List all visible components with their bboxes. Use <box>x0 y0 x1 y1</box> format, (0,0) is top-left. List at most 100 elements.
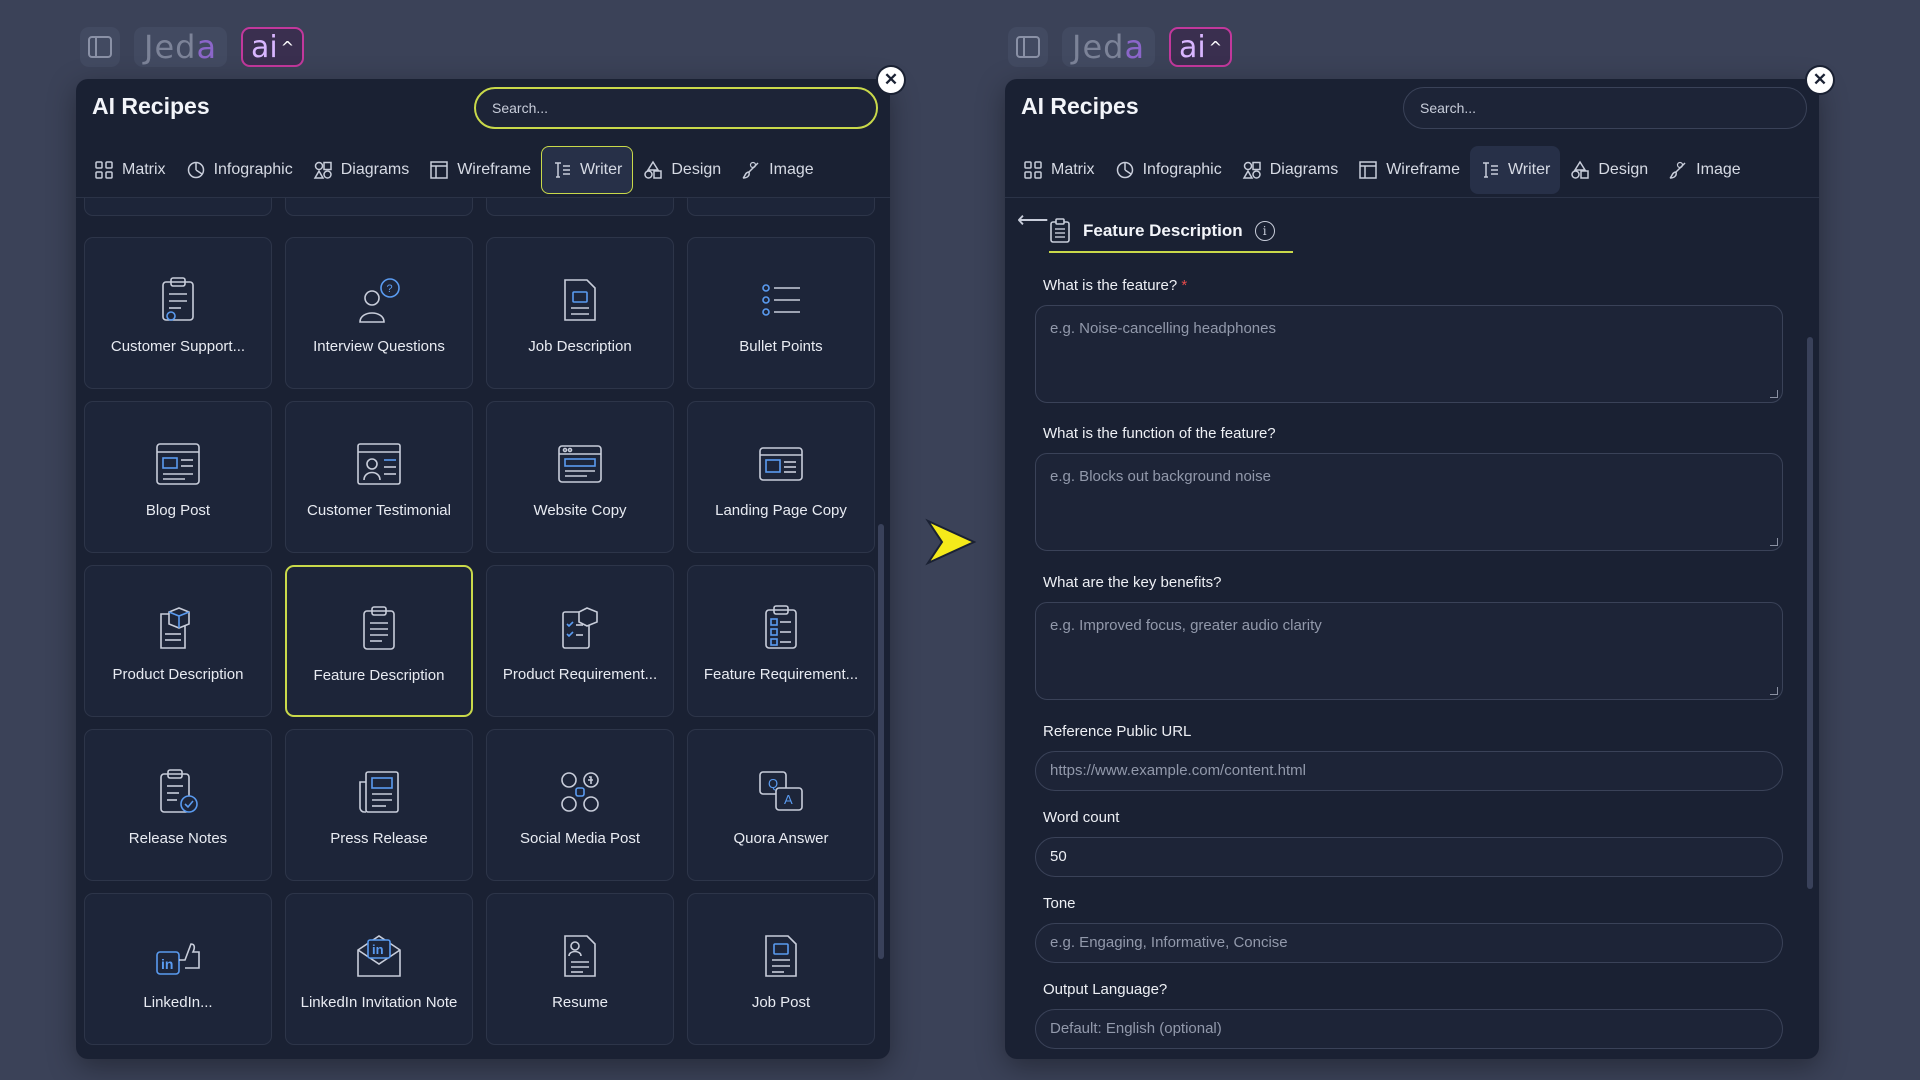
recipe-card[interactable]: Landing Page Copy <box>687 401 875 553</box>
category-tabs: Matrix Infographic Diagrams Wireframe Writer… <box>84 145 824 195</box>
recipe-label: Release Notes <box>128 830 228 847</box>
tab-writer[interactable]: Writer <box>1469 146 1561 194</box>
person-question-icon: ? <box>359 278 400 323</box>
recipe-label: Product Description <box>112 666 244 683</box>
recipe-label: LinkedIn Invitation Note <box>300 994 458 1011</box>
tab-matrix[interactable]: Matrix <box>84 146 176 194</box>
recipe-card[interactable]: Website Copy <box>486 401 674 553</box>
recipe-card[interactable]: Social Media Post <box>486 729 674 881</box>
recipe-label: Press Release <box>330 830 428 847</box>
arrow-right-icon <box>925 518 977 566</box>
recipe-card[interactable]: Q A Quora Answer <box>687 729 875 881</box>
clipboard-icon <box>1050 218 1070 243</box>
recipe-label: LinkedIn... <box>143 994 213 1011</box>
field-label-text: Output Language? <box>1043 981 1168 998</box>
recipe-card[interactable]: Feature Description <box>285 565 473 717</box>
panel-title: AI Recipes <box>1021 93 1139 119</box>
recipe-label: Customer Support... <box>110 338 246 355</box>
wireframe-icon <box>429 160 449 180</box>
recipe-card[interactable]: Bullet Points <box>687 237 875 389</box>
svg-text:A: A <box>784 792 793 807</box>
tab-diagrams[interactable]: Diagrams <box>303 146 419 194</box>
recipe-card[interactable]: Blog Post <box>84 401 272 553</box>
recipe-label: Blog Post <box>145 502 211 519</box>
resize-handle[interactable] <box>1770 390 1778 398</box>
tab-wireframe[interactable]: Wireframe <box>1348 146 1470 194</box>
textarea-field[interactable]: e.g. Noise-cancelling headphones <box>1035 305 1783 403</box>
ai-menu-button[interactable]: ai ^ <box>241 27 305 67</box>
recipe-card[interactable]: in LinkedIn Invitation Note <box>285 893 473 1045</box>
recipe-grid: Customer Support...? Interview Questions J… <box>76 198 890 1059</box>
list-icon <box>762 284 800 316</box>
recipe-label: Interview Questions <box>313 338 445 355</box>
landing-page-icon <box>759 447 803 481</box>
clipboard-lines-icon <box>363 606 395 650</box>
close-button[interactable]: ✕ <box>878 67 904 93</box>
form-title: Feature Description <box>1083 221 1243 240</box>
svg-text:in: in <box>372 942 384 957</box>
job-post-icon <box>765 935 797 977</box>
recipe-card[interactable]: Release Notes <box>84 729 272 881</box>
tab-writer[interactable]: Writer <box>540 146 634 194</box>
form-header: Feature Description i <box>1049 211 1293 253</box>
textarea-field[interactable]: e.g. Blocks out background noise <box>1035 453 1783 551</box>
tab-infographic[interactable]: Infographic <box>1105 146 1232 194</box>
field-label: Reference Public URL <box>1043 723 1191 740</box>
resize-handle[interactable] <box>1770 687 1778 695</box>
chevron-up-icon: ^ <box>280 37 295 57</box>
recipe-card[interactable]: ? Interview Questions <box>285 237 473 389</box>
linkedin-like-icon: in <box>156 943 200 975</box>
recipe-card[interactable]: Resume <box>486 893 674 1045</box>
recipe-label: Job Description <box>528 338 632 355</box>
recipe-card-partial[interactable] <box>486 198 674 216</box>
text-field[interactable]: 50 <box>1035 837 1783 877</box>
recipe-card[interactable]: Job Post <box>687 893 875 1045</box>
ai-menu-button[interactable]: ai ^ <box>1169 27 1233 67</box>
recipe-card[interactable]: Customer Support... <box>84 237 272 389</box>
tab-label: Writer <box>1507 161 1551 178</box>
search-input[interactable] <box>474 87 878 129</box>
resize-handle[interactable] <box>1770 538 1778 546</box>
recipe-card-partial[interactable] <box>84 198 272 216</box>
info-icon[interactable]: i <box>1254 221 1275 241</box>
text-field[interactable]: Default: English (optional) <box>1035 1009 1783 1049</box>
scrollbar[interactable] <box>878 524 884 959</box>
recipe-card[interactable]: Product Requirement... <box>486 565 674 717</box>
recipe-label: Product Requirement... <box>502 666 658 683</box>
recipe-label: Website Copy <box>533 502 627 519</box>
text-field[interactable]: e.g. Engaging, Informative, Concise <box>1035 923 1783 963</box>
field-label: What is the feature? * <box>1043 277 1187 294</box>
close-button[interactable]: ✕ <box>1807 67 1833 93</box>
back-arrow-icon[interactable]: ⟵ <box>1017 207 1049 233</box>
tab-diagrams[interactable]: Diagrams <box>1232 146 1348 194</box>
tab-image[interactable]: Image <box>731 146 823 194</box>
textarea-field[interactable]: e.g. Improved focus, greater audio clari… <box>1035 602 1783 700</box>
box-doc-icon <box>160 607 190 649</box>
tab-label: Image <box>769 161 814 178</box>
sidebar-icon <box>1016 36 1040 58</box>
recipe-card[interactable]: Job Description <box>486 237 674 389</box>
recipe-card[interactable]: Feature Requirement... <box>687 565 875 717</box>
recipe-card-partial[interactable] <box>687 198 875 216</box>
tab-design[interactable]: Design <box>1560 146 1658 194</box>
tab-design[interactable]: Design <box>633 146 731 194</box>
text-field[interactable]: https://www.example.com/content.html <box>1035 751 1783 791</box>
recipe-card[interactable]: Press Release <box>285 729 473 881</box>
tab-infographic[interactable]: Infographic <box>176 146 303 194</box>
sidebar-toggle-button[interactable] <box>80 27 120 67</box>
svg-text:in: in <box>161 956 173 972</box>
tab-image[interactable]: Image <box>1658 146 1750 194</box>
scrollbar[interactable] <box>1807 337 1813 889</box>
recipe-card[interactable]: in LinkedIn... <box>84 893 272 1045</box>
tab-wireframe[interactable]: Wireframe <box>419 146 541 194</box>
ai-label: ai <box>1179 29 1206 65</box>
sidebar-toggle-button[interactable] <box>1008 27 1048 67</box>
recipe-card[interactable]: Customer Testimonial <box>285 401 473 553</box>
search-input[interactable] <box>1403 87 1807 129</box>
recipe-card-partial[interactable] <box>285 198 473 216</box>
tab-label: Wireframe <box>457 161 531 178</box>
browser-article-icon <box>156 443 200 485</box>
recipe-label: Resume <box>552 994 608 1011</box>
tab-matrix[interactable]: Matrix <box>1013 146 1105 194</box>
recipe-card[interactable]: Product Description <box>84 565 272 717</box>
